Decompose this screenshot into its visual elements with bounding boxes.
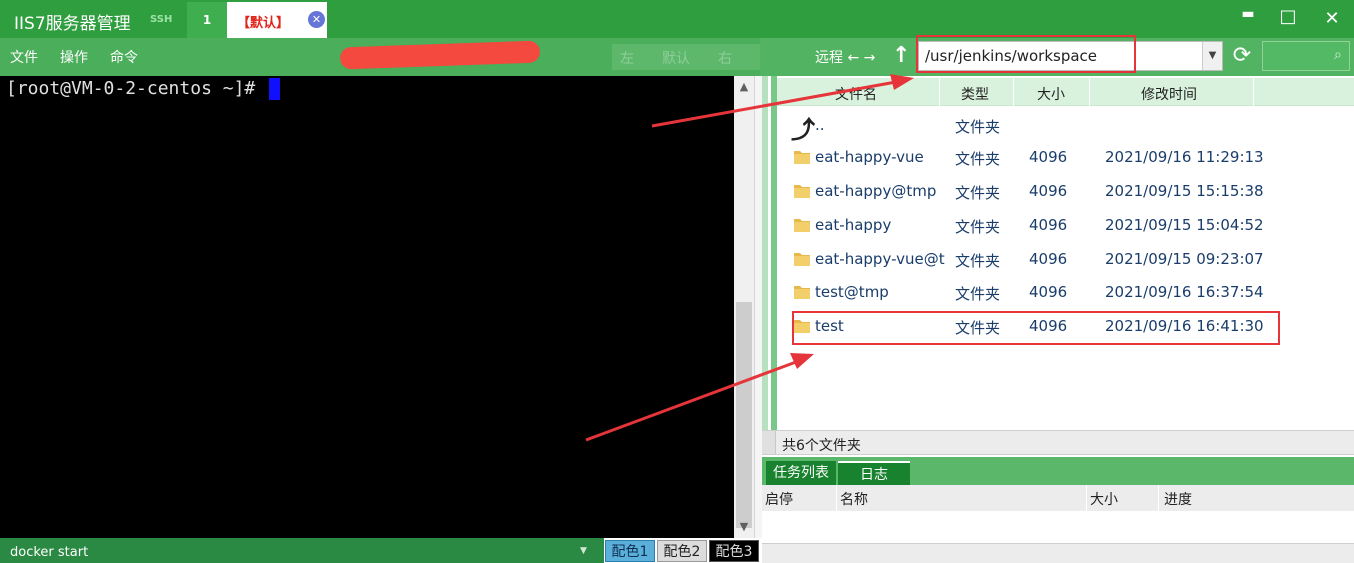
column-size[interactable]: 大小 xyxy=(1037,84,1065,104)
column-start-stop[interactable]: 启停 xyxy=(765,489,793,509)
file-status-bar: 共6个文件夹 xyxy=(762,430,1354,455)
terminal-prompt: [root@VM-0-2-centos ~]# xyxy=(6,78,256,99)
file-name: eat-happy-vue xyxy=(815,148,924,166)
column-task-name[interactable]: 名称 xyxy=(840,489,868,509)
file-size: 4096 xyxy=(1029,216,1068,234)
file-modified: 2021/09/16 16:37:54 xyxy=(1105,283,1264,301)
up-directory-icon[interactable]: ↑ xyxy=(892,43,910,68)
folder-icon xyxy=(794,219,810,232)
maximize-button[interactable]: □ xyxy=(1276,6,1300,27)
file-type: 文件夹 xyxy=(955,118,1001,136)
file-count-text: 共6个文件夹 xyxy=(782,438,861,454)
bottom-status-bar xyxy=(762,543,1354,563)
tab-ssh[interactable]: SSH xyxy=(150,14,172,25)
file-type: 文件夹 xyxy=(955,218,1001,236)
file-size: 4096 xyxy=(1029,283,1068,301)
column-type[interactable]: 类型 xyxy=(961,84,989,104)
column-separator xyxy=(1013,78,1014,106)
list-item[interactable]: eat-happy-vue@t 文件夹 4096 2021/09/15 09:23:0… xyxy=(777,242,1354,276)
color-scheme-1[interactable]: 配色1 xyxy=(605,540,655,562)
file-name: eat-happy-vue@t xyxy=(815,250,945,268)
align-left-button[interactable]: 左 xyxy=(620,48,634,68)
path-highlight-box xyxy=(916,35,1136,73)
file-list-header: 文件名 类型 大小 修改时间 xyxy=(777,78,1354,106)
remote-nav-label[interactable]: 远程 ← → xyxy=(815,47,875,67)
menu-operate[interactable]: 操作 xyxy=(60,47,88,67)
file-type: 文件夹 xyxy=(955,285,1001,303)
task-list xyxy=(762,511,1354,543)
panel-divider[interactable] xyxy=(754,76,762,538)
panel-edge xyxy=(762,76,768,430)
align-right-button[interactable]: 右 xyxy=(718,48,732,68)
status-corner xyxy=(762,431,776,454)
folder-icon xyxy=(794,185,810,198)
scroll-up-icon[interactable]: ▲ xyxy=(734,80,754,93)
folder-icon xyxy=(794,151,810,164)
column-progress[interactable]: 进度 xyxy=(1164,489,1192,509)
tab-default-label: 【默认】 xyxy=(237,16,290,31)
command-bar[interactable]: docker start ▼ xyxy=(0,538,604,563)
file-size: 4096 xyxy=(1029,182,1068,200)
list-item[interactable]: test@tmp 文件夹 4096 2021/09/16 16:37:54 xyxy=(777,275,1354,309)
file-name: .. xyxy=(815,116,825,134)
command-text: docker start xyxy=(10,545,89,560)
file-modified: 2021/09/15 15:15:38 xyxy=(1105,182,1264,200)
column-name[interactable]: 文件名 xyxy=(835,84,877,104)
chevron-down-icon[interactable]: ▼ xyxy=(1202,42,1222,70)
close-tab-icon[interactable]: ✕ xyxy=(308,11,325,28)
file-size: 4096 xyxy=(1029,148,1068,166)
app-title: IIS7服务器管理 xyxy=(14,14,131,34)
search-icon[interactable]: ⌕ xyxy=(1334,47,1342,63)
terminal-scrollbar[interactable]: ▲ ▼ xyxy=(734,76,754,538)
file-type: 文件夹 xyxy=(955,184,1001,202)
file-size: 4096 xyxy=(1029,250,1068,268)
file-name: eat-happy xyxy=(815,216,892,234)
file-name: eat-happy@tmp xyxy=(815,182,937,200)
color-scheme-3[interactable]: 配色3 xyxy=(709,540,759,562)
column-separator xyxy=(1158,485,1159,511)
close-window-button[interactable]: ✕ xyxy=(1320,8,1344,29)
align-group: 左 默认 右 xyxy=(612,44,762,70)
file-type: 文件夹 xyxy=(955,252,1001,270)
terminal-cursor xyxy=(269,78,280,100)
column-separator xyxy=(1253,78,1254,106)
folder-icon xyxy=(794,286,810,299)
color-scheme-2[interactable]: 配色2 xyxy=(657,540,707,562)
column-separator xyxy=(836,485,837,511)
menu-command[interactable]: 命令 xyxy=(110,47,138,67)
file-modified: 2021/09/15 15:04:52 xyxy=(1105,216,1264,234)
align-default-button[interactable]: 默认 xyxy=(662,48,690,68)
scroll-down-icon[interactable]: ▼ xyxy=(734,520,754,533)
column-separator xyxy=(939,78,940,106)
folder-icon xyxy=(794,253,810,266)
row-highlight-box xyxy=(792,311,1280,345)
column-task-size[interactable]: 大小 xyxy=(1090,489,1118,509)
scrollbar-thumb[interactable] xyxy=(736,302,752,528)
chevron-down-icon[interactable]: ▼ xyxy=(580,546,587,556)
list-item-parent[interactable]: ⤴ .. 文件夹 xyxy=(777,108,1354,144)
file-modified: 2021/09/15 09:23:07 xyxy=(1105,250,1264,268)
list-item[interactable]: eat-happy@tmp 文件夹 4096 2021/09/15 15:15:38 xyxy=(777,174,1354,208)
tab-task-list[interactable]: 任务列表 xyxy=(766,461,836,485)
tab-number[interactable]: 1 xyxy=(187,2,227,38)
column-modified[interactable]: 修改时间 xyxy=(1141,84,1197,104)
task-list-header: 启停 名称 大小 进度 xyxy=(762,485,1354,511)
terminal-area[interactable] xyxy=(0,76,734,538)
menu-file[interactable]: 文件 xyxy=(10,47,38,67)
refresh-icon[interactable]: ⟳ xyxy=(1228,42,1256,70)
column-separator xyxy=(1086,485,1087,511)
column-separator xyxy=(1089,78,1090,106)
file-modified: 2021/09/16 11:29:13 xyxy=(1105,148,1264,166)
file-name: test@tmp xyxy=(815,283,889,301)
tab-default-session[interactable]: 【默认】 ✕ xyxy=(227,2,327,38)
minimize-button[interactable]: ▬ xyxy=(1236,6,1260,22)
list-item[interactable]: eat-happy-vue 文件夹 4096 2021/09/16 11:29:13 xyxy=(777,140,1354,174)
tab-log[interactable]: 日志 xyxy=(838,461,910,485)
list-item[interactable]: eat-happy 文件夹 4096 2021/09/15 15:04:52 xyxy=(777,208,1354,242)
file-type: 文件夹 xyxy=(955,150,1001,168)
